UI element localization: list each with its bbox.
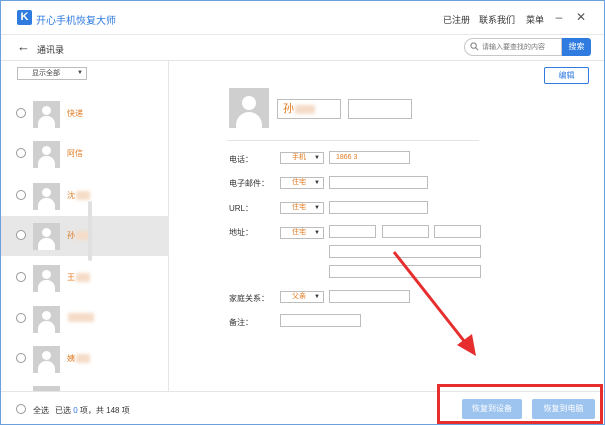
redaction-blur	[68, 313, 94, 323]
chevron-down-icon: ▼	[314, 205, 320, 211]
url-input[interactable]	[329, 201, 428, 214]
contact-item-selected[interactable]: 孙	[1, 216, 169, 256]
avatar-icon	[33, 306, 60, 333]
search-button[interactable]: 搜索	[562, 38, 591, 56]
select-all-radio[interactable]	[16, 404, 26, 414]
redaction-blur	[295, 104, 315, 114]
last-name-field[interactable]	[348, 99, 412, 119]
first-name-field[interactable]: 孙	[277, 99, 341, 119]
contact-radio[interactable]	[16, 353, 26, 363]
contact-name: 姨	[67, 354, 75, 363]
contact-radio[interactable]	[16, 148, 26, 158]
phone-input[interactable]: 1866 3	[329, 151, 410, 164]
chevron-down-icon: ▼	[314, 294, 320, 300]
avatar-icon	[33, 141, 60, 168]
chevron-down-icon: ▼	[314, 155, 320, 161]
contact-name: 阿信	[67, 149, 83, 158]
search-icon	[470, 42, 479, 53]
contact-us-link[interactable]: 联系我们	[479, 13, 515, 26]
contact-item[interactable]: 王	[1, 258, 169, 298]
contact-radio[interactable]	[16, 313, 26, 323]
phone-type-select[interactable]: 手机 ▼	[280, 152, 324, 164]
redaction-blur	[76, 273, 90, 283]
contact-panel: 显示全部 ▼ 快递 阿信 沈 孙 王 姨	[1, 61, 169, 391]
contact-name: 沈	[67, 191, 75, 200]
address-type-select[interactable]: 住宅 ▼	[280, 227, 324, 239]
contact-name: 快递	[67, 109, 83, 118]
avatar-icon	[33, 101, 60, 128]
contact-radio[interactable]	[16, 230, 26, 240]
avatar-icon	[33, 223, 60, 250]
address-province-input[interactable]	[382, 225, 429, 238]
address-type-value: 住宅	[292, 229, 306, 236]
scrollbar[interactable]	[88, 201, 92, 261]
chevron-down-icon: ▼	[77, 70, 83, 76]
contact-radio[interactable]	[16, 108, 26, 118]
menu-link[interactable]: 菜单	[526, 13, 544, 26]
app-title: 开心手机恢复大师	[36, 16, 116, 27]
family-label: 家庭关系：	[229, 294, 269, 303]
registered-link[interactable]: 已注册	[443, 13, 470, 26]
address-label: 地址：	[229, 228, 253, 237]
note-input[interactable]	[280, 314, 361, 327]
phone-label: 电话：	[229, 155, 253, 164]
selected-prefix: 已选	[55, 406, 71, 415]
page-title: 通讯录	[37, 45, 65, 55]
redaction-blur	[76, 354, 90, 364]
chevron-down-icon: ▼	[314, 230, 320, 236]
app-logo-icon: K	[17, 10, 32, 25]
contact-item[interactable]: 快递	[1, 94, 169, 134]
email-type-select[interactable]: 住宅 ▼	[280, 177, 324, 189]
filter-select[interactable]: 显示全部 ▼	[17, 67, 87, 80]
phone-value: 1866 3	[336, 154, 358, 161]
address-country-input[interactable]	[329, 225, 376, 238]
avatar-icon	[33, 183, 60, 210]
email-input[interactable]	[329, 176, 428, 189]
selection-summary: 已选 0 项，共 148 项	[55, 405, 130, 416]
contact-item[interactable]	[1, 379, 169, 391]
email-type-value: 住宅	[292, 179, 306, 186]
redaction-blur	[76, 191, 90, 201]
phone-type-value: 手机	[292, 154, 306, 161]
selected-count: 0	[73, 406, 78, 415]
title-bar: K 开心手机恢复大师 已注册 联系我们 菜单 – ✕	[1, 1, 604, 35]
note-label: 备注：	[229, 318, 253, 327]
selected-suffix: 项，共 148 项	[79, 406, 130, 415]
back-arrow-icon[interactable]: ←	[17, 39, 30, 54]
annotation-highlight-box	[437, 384, 603, 424]
address-city-input[interactable]	[434, 225, 481, 238]
avatar-icon	[33, 346, 60, 373]
contact-item[interactable]	[1, 299, 169, 339]
chevron-down-icon: ▼	[314, 180, 320, 186]
family-type-select[interactable]: 父亲 ▼	[280, 291, 324, 303]
contact-item[interactable]: 阿信	[1, 134, 169, 174]
first-name-value: 孙	[283, 103, 294, 115]
contact-name: 孙	[67, 231, 75, 240]
contact-avatar-icon[interactable]	[229, 88, 269, 128]
contact-radio[interactable]	[16, 272, 26, 282]
contact-item[interactable]: 姨	[1, 339, 169, 379]
toolbar: ← 通讯录 搜索	[1, 35, 604, 61]
contact-radio[interactable]	[16, 190, 26, 200]
url-type-value: 住宅	[292, 204, 306, 211]
annotation-arrow-icon	[392, 251, 476, 356]
minimize-icon[interactable]: –	[552, 9, 566, 25]
contact-list: 快递 阿信 沈 孙 王 姨	[1, 81, 169, 391]
family-type-value: 父亲	[292, 293, 306, 300]
app-window: K 开心手机恢复大师 已注册 联系我们 菜单 – ✕ ← 通讯录 搜索 显示全部…	[0, 0, 605, 425]
close-icon[interactable]: ✕	[574, 9, 588, 25]
email-label: 电子邮件：	[229, 179, 269, 188]
edit-button[interactable]: 编辑	[544, 67, 589, 84]
url-type-select[interactable]: 住宅 ▼	[280, 202, 324, 214]
search-input[interactable]	[482, 41, 560, 53]
divider	[227, 140, 479, 141]
url-label: URL：	[229, 204, 254, 213]
contact-name: 王	[67, 273, 75, 282]
contact-item[interactable]: 沈	[1, 176, 169, 216]
avatar-icon	[33, 265, 60, 292]
search-box	[464, 38, 562, 56]
filter-value: 显示全部	[32, 70, 60, 77]
select-all-label[interactable]: 全选	[33, 405, 49, 416]
